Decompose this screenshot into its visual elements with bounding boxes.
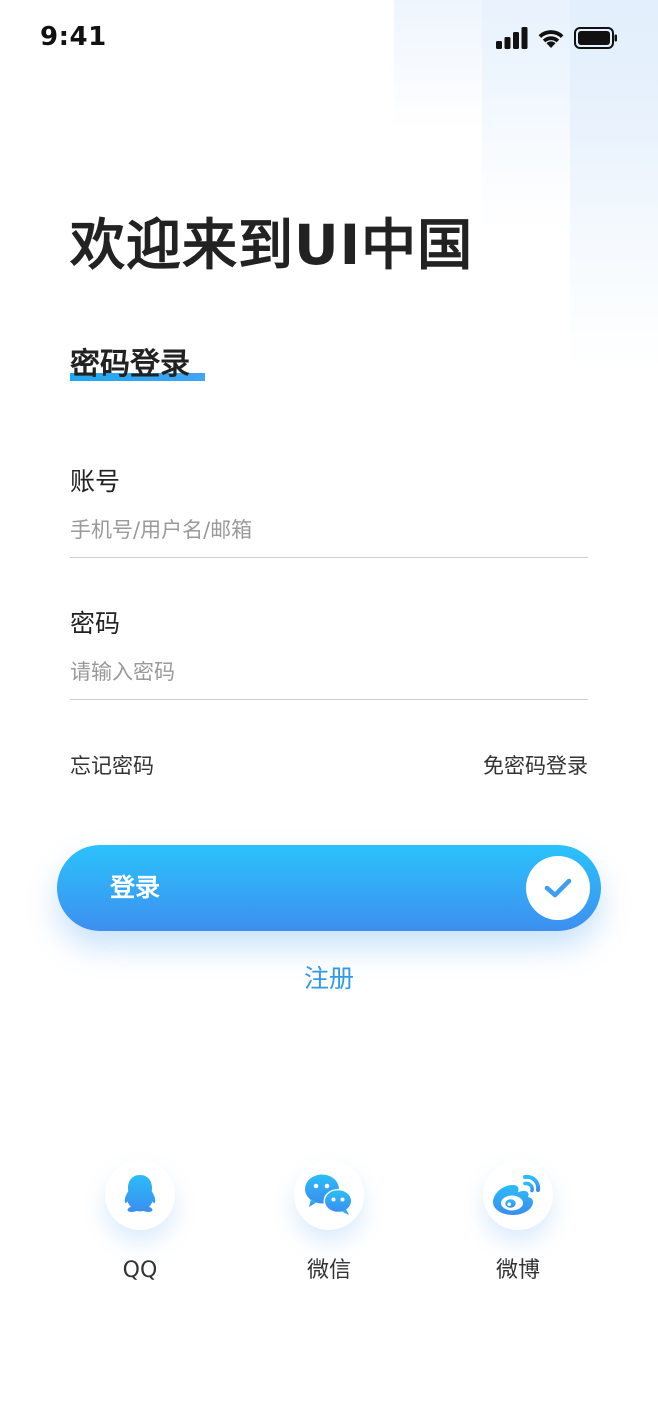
- forgot-password-link[interactable]: 忘记密码: [70, 750, 154, 782]
- password-divider: [70, 699, 588, 700]
- login-button[interactable]: 登录: [57, 845, 601, 931]
- check-icon: [526, 856, 590, 920]
- account-divider: [70, 557, 588, 558]
- login-button-label: 登录: [110, 873, 161, 902]
- status-icons: [496, 27, 618, 53]
- qq-icon: [105, 1160, 175, 1230]
- social-login-wechat[interactable]: 微信: [269, 1160, 389, 1286]
- social-label: QQ: [122, 1258, 158, 1283]
- register-link[interactable]: 注册: [0, 962, 658, 996]
- status-bar: 9:41: [0, 0, 658, 80]
- wifi-icon: [536, 27, 566, 53]
- password-label: 密码: [70, 609, 121, 638]
- login-screen: 9:41 欢迎来到UI中国 密码登录 账号 手机号/用户名/邮箱 密码 忘记密码…: [0, 0, 658, 1425]
- login-mode-heading: 密码登录: [70, 345, 205, 385]
- password-field: 密码: [70, 607, 588, 700]
- passwordless-login-link[interactable]: 免密码登录: [483, 750, 588, 782]
- auth-links-row: 忘记密码 免密码登录: [70, 750, 588, 782]
- status-time: 9:41: [40, 22, 107, 52]
- social-login-weibo[interactable]: 微博: [458, 1160, 578, 1286]
- welcome-title: 欢迎来到UI中国: [70, 213, 474, 277]
- account-input[interactable]: [70, 514, 588, 546]
- social-label: 微信: [306, 1258, 351, 1283]
- battery-icon: [574, 27, 618, 53]
- social-login-qq[interactable]: QQ: [80, 1160, 200, 1286]
- social-label: 微博: [495, 1258, 540, 1283]
- account-field: 账号: [70, 465, 588, 558]
- weibo-icon: [483, 1160, 553, 1230]
- signal-icon: [496, 27, 528, 53]
- account-label: 账号: [70, 467, 121, 496]
- wechat-icon: [294, 1160, 364, 1230]
- login-mode-title: 密码登录: [70, 347, 190, 382]
- password-input[interactable]: [70, 656, 588, 688]
